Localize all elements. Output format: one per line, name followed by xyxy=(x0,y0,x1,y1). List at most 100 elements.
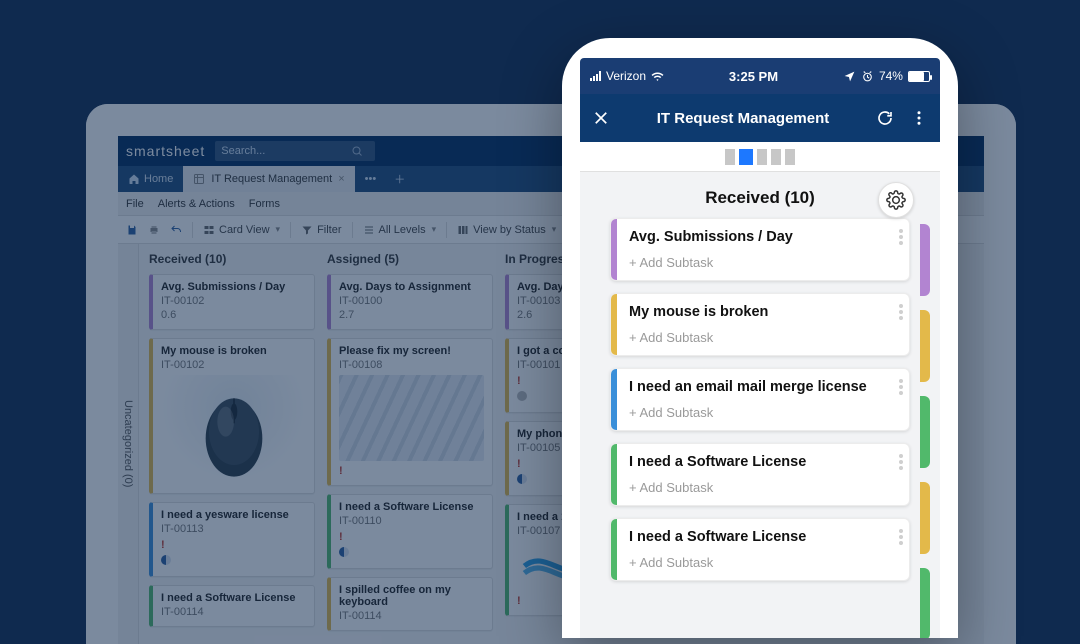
status-right: 74% xyxy=(843,69,930,83)
progress-pie-icon xyxy=(517,474,527,484)
card-id: IT-00102 xyxy=(161,359,306,371)
search-icon xyxy=(351,145,363,157)
levels-button[interactable]: All Levels▾ xyxy=(363,224,437,236)
card-overflow-icon[interactable] xyxy=(899,304,903,320)
mobile-card[interactable]: I need a Software License + Add Subtask xyxy=(610,443,910,506)
toolbar-separator xyxy=(192,222,193,238)
page-dot-active[interactable] xyxy=(739,149,753,165)
tab-home[interactable]: Home xyxy=(118,166,183,192)
undo-icon[interactable] xyxy=(170,224,182,236)
status-dot xyxy=(517,391,527,401)
overflow-icon[interactable] xyxy=(910,109,928,127)
alert-icon: ! xyxy=(339,531,484,543)
status-time: 3:25 PM xyxy=(729,69,778,84)
column-settings-button[interactable] xyxy=(878,182,914,218)
gear-icon xyxy=(886,190,906,210)
filter-label: Filter xyxy=(317,224,341,236)
progress-pie-icon xyxy=(339,547,349,557)
tab-new[interactable]: ＋ xyxy=(386,171,413,187)
page-dot[interactable] xyxy=(757,149,767,165)
add-subtask-button[interactable]: + Add Subtask xyxy=(629,405,901,420)
status-bar: Verizon 3:25 PM 74% xyxy=(580,58,940,94)
levels-icon xyxy=(363,224,375,236)
save-icon[interactable] xyxy=(126,224,138,236)
add-subtask-button[interactable]: + Add Subtask xyxy=(629,255,901,270)
card-title: Avg. Days to Assignment xyxy=(339,281,484,293)
tab-overflow[interactable]: ••• xyxy=(355,173,387,185)
uncategorized-column[interactable]: Uncategorized (0) xyxy=(118,244,139,644)
status-left: Verizon xyxy=(590,69,664,83)
phone-device-frame: Verizon 3:25 PM 74% IT Request Managemen… xyxy=(562,38,958,638)
next-column-peek[interactable] xyxy=(920,224,930,638)
battery-percent: 74% xyxy=(879,69,903,83)
filter-icon xyxy=(301,224,313,236)
header-actions xyxy=(876,109,928,127)
battery-icon xyxy=(908,71,930,82)
card-overflow-icon[interactable] xyxy=(899,454,903,470)
card-id: IT-00114 xyxy=(339,610,484,622)
mobile-card[interactable]: Avg. Submissions / Day + Add Subtask xyxy=(610,218,910,281)
kanban-card[interactable]: Please fix my screen!IT-00108! xyxy=(327,338,493,486)
peek-card[interactable] xyxy=(920,568,930,638)
mobile-board[interactable]: Received (10) Avg. Submissions / Day + A… xyxy=(580,172,940,638)
search-input[interactable] xyxy=(221,145,351,157)
peek-card[interactable] xyxy=(920,310,930,382)
card-overflow-icon[interactable] xyxy=(899,379,903,395)
menu-forms[interactable]: Forms xyxy=(249,198,280,210)
page-dot[interactable] xyxy=(771,149,781,165)
close-icon[interactable] xyxy=(592,109,610,127)
kanban-card[interactable]: Avg. Days to AssignmentIT-001002.7 xyxy=(327,274,493,330)
filter-button[interactable]: Filter xyxy=(301,224,341,236)
refresh-icon[interactable] xyxy=(876,109,894,127)
page-dot[interactable] xyxy=(785,149,795,165)
tab-active[interactable]: IT Request Management × xyxy=(183,166,354,192)
app-header: IT Request Management xyxy=(580,94,940,142)
menu-file[interactable]: File xyxy=(126,198,144,210)
mobile-card[interactable]: My mouse is broken + Add Subtask xyxy=(610,293,910,356)
kanban-card[interactable]: I need a Software LicenseIT-00114 xyxy=(149,585,315,627)
mobile-card-title: My mouse is broken xyxy=(629,304,901,320)
card-title: I need a Software License xyxy=(161,592,306,604)
kanban-card[interactable]: I spilled coffee on my keyboardIT-00114 xyxy=(327,577,493,631)
menu-alerts[interactable]: Alerts & Actions xyxy=(158,198,235,210)
card-id: IT-00100 xyxy=(339,295,484,307)
tab-close-icon[interactable]: × xyxy=(338,173,344,185)
card-title: I need a yesware license xyxy=(161,509,306,521)
page-indicator xyxy=(580,142,940,172)
alert-icon: ! xyxy=(161,539,306,551)
view-by-button[interactable]: View by Status▾ xyxy=(457,224,556,236)
search-input-wrap[interactable] xyxy=(215,141,375,161)
card-view-button[interactable]: Card View▾ xyxy=(203,224,280,236)
add-subtask-button[interactable]: + Add Subtask xyxy=(629,555,901,570)
mobile-column-header: Received (10) xyxy=(610,182,910,218)
progress-pie-icon xyxy=(161,555,171,565)
app-title: IT Request Management xyxy=(657,110,830,127)
toolbar-separator xyxy=(290,222,291,238)
levels-label: All Levels xyxy=(379,224,426,236)
card-overflow-icon[interactable] xyxy=(899,529,903,545)
peek-card[interactable] xyxy=(920,396,930,468)
kanban-card[interactable]: I need a Software LicenseIT-00110! xyxy=(327,494,493,569)
mobile-column: Received (10) Avg. Submissions / Day + A… xyxy=(610,182,910,593)
kanban-card[interactable]: My mouse is brokenIT-00102 xyxy=(149,338,315,494)
location-icon xyxy=(843,70,856,83)
kanban-card[interactable]: I need a yesware license IT-00113! xyxy=(149,502,315,577)
alarm-icon xyxy=(861,70,874,83)
tab-home-label: Home xyxy=(144,173,173,185)
wifi-icon xyxy=(651,70,664,83)
signal-icon xyxy=(590,71,601,81)
carrier-label: Verizon xyxy=(606,69,646,83)
print-icon[interactable] xyxy=(148,224,160,236)
page-dot[interactable] xyxy=(725,149,735,165)
peek-card[interactable] xyxy=(920,482,930,554)
add-subtask-button[interactable]: + Add Subtask xyxy=(629,480,901,495)
mobile-card[interactable]: I need an email mail merge license + Add… xyxy=(610,368,910,431)
card-id: IT-00113 xyxy=(161,523,306,535)
add-subtask-button[interactable]: + Add Subtask xyxy=(629,330,901,345)
card-overflow-icon[interactable] xyxy=(899,229,903,245)
column-title: Received (10) xyxy=(149,252,315,266)
kanban-card[interactable]: Avg. Submissions / DayIT-001020.6 xyxy=(149,274,315,330)
alert-icon: ! xyxy=(339,465,484,477)
mobile-card[interactable]: I need a Software License + Add Subtask xyxy=(610,518,910,581)
peek-card[interactable] xyxy=(920,224,930,296)
